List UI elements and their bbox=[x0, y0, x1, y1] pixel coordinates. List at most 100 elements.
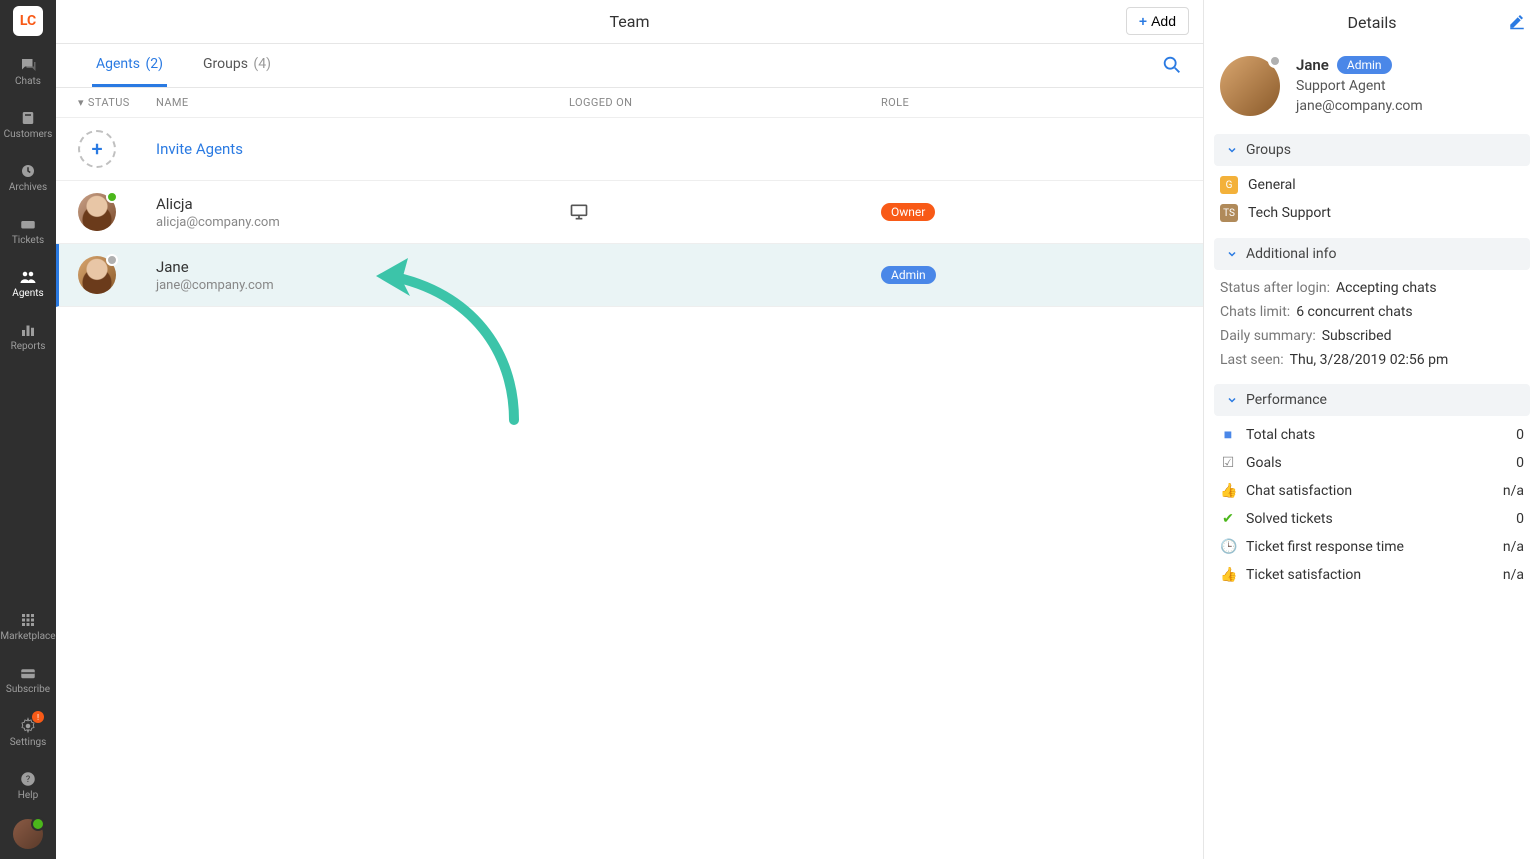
avatar bbox=[78, 193, 116, 231]
settings-alert-badge: ! bbox=[32, 711, 44, 723]
nav-reports[interactable]: Reports bbox=[0, 317, 56, 356]
details-title: Details bbox=[1348, 13, 1397, 32]
nav-label: Chats bbox=[15, 76, 41, 87]
profile-avatar bbox=[1220, 56, 1280, 116]
agent-row[interactable]: Alicja alicja@company.com Owner bbox=[56, 181, 1203, 244]
kv-key: Daily summary: bbox=[1220, 328, 1316, 344]
edit-icon[interactable] bbox=[1508, 12, 1526, 30]
chevron-down-icon bbox=[1226, 394, 1238, 406]
nav-label: Tickets bbox=[12, 235, 44, 246]
section-additional-info-header[interactable]: Additional info bbox=[1214, 238, 1530, 270]
perf-row: ☑ Goals 0 bbox=[1220, 455, 1524, 471]
agent-name: Alicja bbox=[156, 195, 569, 213]
kv-value: Accepting chats bbox=[1336, 280, 1437, 296]
nav-label: Reports bbox=[11, 341, 46, 352]
perf-label: Goals bbox=[1246, 455, 1506, 471]
group-item[interactable]: TS Tech Support bbox=[1220, 204, 1524, 222]
tab-agents[interactable]: Agents (2) bbox=[92, 44, 167, 87]
section-title: Performance bbox=[1246, 392, 1327, 408]
nav-spacer bbox=[0, 370, 56, 607]
invite-agents-row[interactable]: + Invite Agents bbox=[56, 118, 1203, 181]
marketplace-icon bbox=[19, 611, 37, 629]
agents-icon bbox=[19, 268, 37, 286]
tab-label: Agents bbox=[96, 56, 140, 72]
nav-label: Customers bbox=[4, 129, 53, 140]
chevron-down-icon bbox=[1226, 248, 1238, 260]
page-title: Team bbox=[610, 12, 650, 31]
agent-row[interactable]: Jane jane@company.com Admin bbox=[56, 244, 1203, 307]
tab-count: (2) bbox=[145, 56, 163, 72]
group-item[interactable]: G General bbox=[1220, 176, 1524, 194]
perf-value: n/a bbox=[1503, 483, 1524, 499]
nav-customers[interactable]: Customers bbox=[0, 105, 56, 144]
nav-label: Marketplace bbox=[0, 631, 55, 642]
profile-block: Jane Admin Support Agent jane@company.co… bbox=[1204, 44, 1540, 134]
add-label: Add bbox=[1151, 13, 1176, 29]
perf-row: 🕒 Ticket first response time n/a bbox=[1220, 539, 1524, 555]
col-status[interactable]: ▾ STATUS bbox=[78, 96, 156, 109]
perf-label: Chat satisfaction bbox=[1246, 483, 1493, 499]
avatar bbox=[78, 256, 116, 294]
chevron-down-icon bbox=[1226, 144, 1238, 156]
agent-name: Jane bbox=[156, 258, 569, 276]
invite-plus-icon: + bbox=[78, 130, 116, 168]
nav-chats[interactable]: Chats bbox=[0, 52, 56, 91]
svg-text:?: ? bbox=[26, 775, 30, 785]
perf-label: Ticket satisfaction bbox=[1246, 567, 1493, 583]
nav-tickets[interactable]: Tickets bbox=[0, 211, 56, 250]
clock-icon: 🕒 bbox=[1220, 539, 1236, 555]
nav-help[interactable]: ? Help bbox=[0, 766, 56, 805]
kv-key: Status after login: bbox=[1220, 280, 1330, 296]
additional-info-list: Status after login: Accepting chats Chats… bbox=[1204, 270, 1540, 384]
perf-row: 👍 Chat satisfaction n/a bbox=[1220, 483, 1524, 499]
help-icon: ? bbox=[19, 770, 37, 788]
nav-label: Agents bbox=[12, 288, 43, 299]
role-badge: Admin bbox=[881, 266, 936, 284]
section-performance-header[interactable]: Performance bbox=[1214, 384, 1530, 416]
section-title: Additional info bbox=[1246, 246, 1337, 262]
profile-email: jane@company.com bbox=[1296, 98, 1423, 114]
col-role[interactable]: ROLE bbox=[881, 96, 1181, 109]
perf-row: 👍 Ticket satisfaction n/a bbox=[1220, 567, 1524, 583]
nav-archives[interactable]: Archives bbox=[0, 158, 56, 197]
thumb-up-icon: 👍 bbox=[1220, 483, 1236, 499]
app-logo[interactable]: LC bbox=[13, 6, 43, 36]
sort-caret-icon: ▾ bbox=[78, 96, 84, 109]
perf-row: ✔ Solved tickets 0 bbox=[1220, 511, 1524, 527]
nav-marketplace[interactable]: Marketplace bbox=[0, 607, 56, 646]
nav-agents[interactable]: Agents bbox=[0, 264, 56, 303]
group-badge: TS bbox=[1220, 204, 1238, 222]
chat-icon bbox=[19, 56, 37, 74]
search-icon[interactable] bbox=[1161, 54, 1183, 76]
current-user-avatar[interactable] bbox=[13, 819, 43, 849]
nav-subscribe[interactable]: Subscribe bbox=[0, 660, 56, 699]
nav-settings[interactable]: ! Settings bbox=[0, 713, 56, 752]
perf-row: ■ Total chats 0 bbox=[1220, 426, 1524, 443]
kv-key: Chats limit: bbox=[1220, 304, 1290, 320]
desktop-icon bbox=[569, 202, 881, 222]
subscribe-icon bbox=[19, 664, 37, 682]
section-groups-header[interactable]: Groups bbox=[1214, 134, 1530, 166]
reports-icon bbox=[19, 321, 37, 339]
col-name[interactable]: NAME bbox=[156, 96, 569, 109]
customers-icon bbox=[19, 109, 37, 127]
group-badge: G bbox=[1220, 176, 1238, 194]
kv-value: Subscribed bbox=[1322, 328, 1392, 344]
group-label: Tech Support bbox=[1248, 205, 1331, 221]
tab-groups[interactable]: Groups (4) bbox=[199, 44, 275, 87]
add-button[interactable]: + Add bbox=[1126, 7, 1189, 35]
perf-label: Solved tickets bbox=[1246, 511, 1506, 527]
main-panel: Team + Add Agents (2) Groups (4) ▾ STATU… bbox=[56, 0, 1204, 859]
perf-value: n/a bbox=[1503, 539, 1524, 555]
left-nav: LC Chats Customers Archives Tickets Agen… bbox=[0, 0, 56, 859]
kv-value: 6 concurrent chats bbox=[1296, 304, 1412, 320]
nav-label: Settings bbox=[10, 737, 47, 748]
details-panel: Details Jane Admin Support Agent jane@co… bbox=[1204, 0, 1540, 859]
tab-count: (4) bbox=[253, 56, 271, 72]
nav-label: Archives bbox=[9, 182, 47, 193]
col-logged-on[interactable]: LOGGED ON bbox=[569, 96, 881, 109]
role-badge: Owner bbox=[881, 203, 935, 221]
tickets-icon bbox=[19, 215, 37, 233]
presence-indicator-offline bbox=[106, 254, 118, 266]
check-circle-icon: ✔ bbox=[1220, 511, 1236, 527]
